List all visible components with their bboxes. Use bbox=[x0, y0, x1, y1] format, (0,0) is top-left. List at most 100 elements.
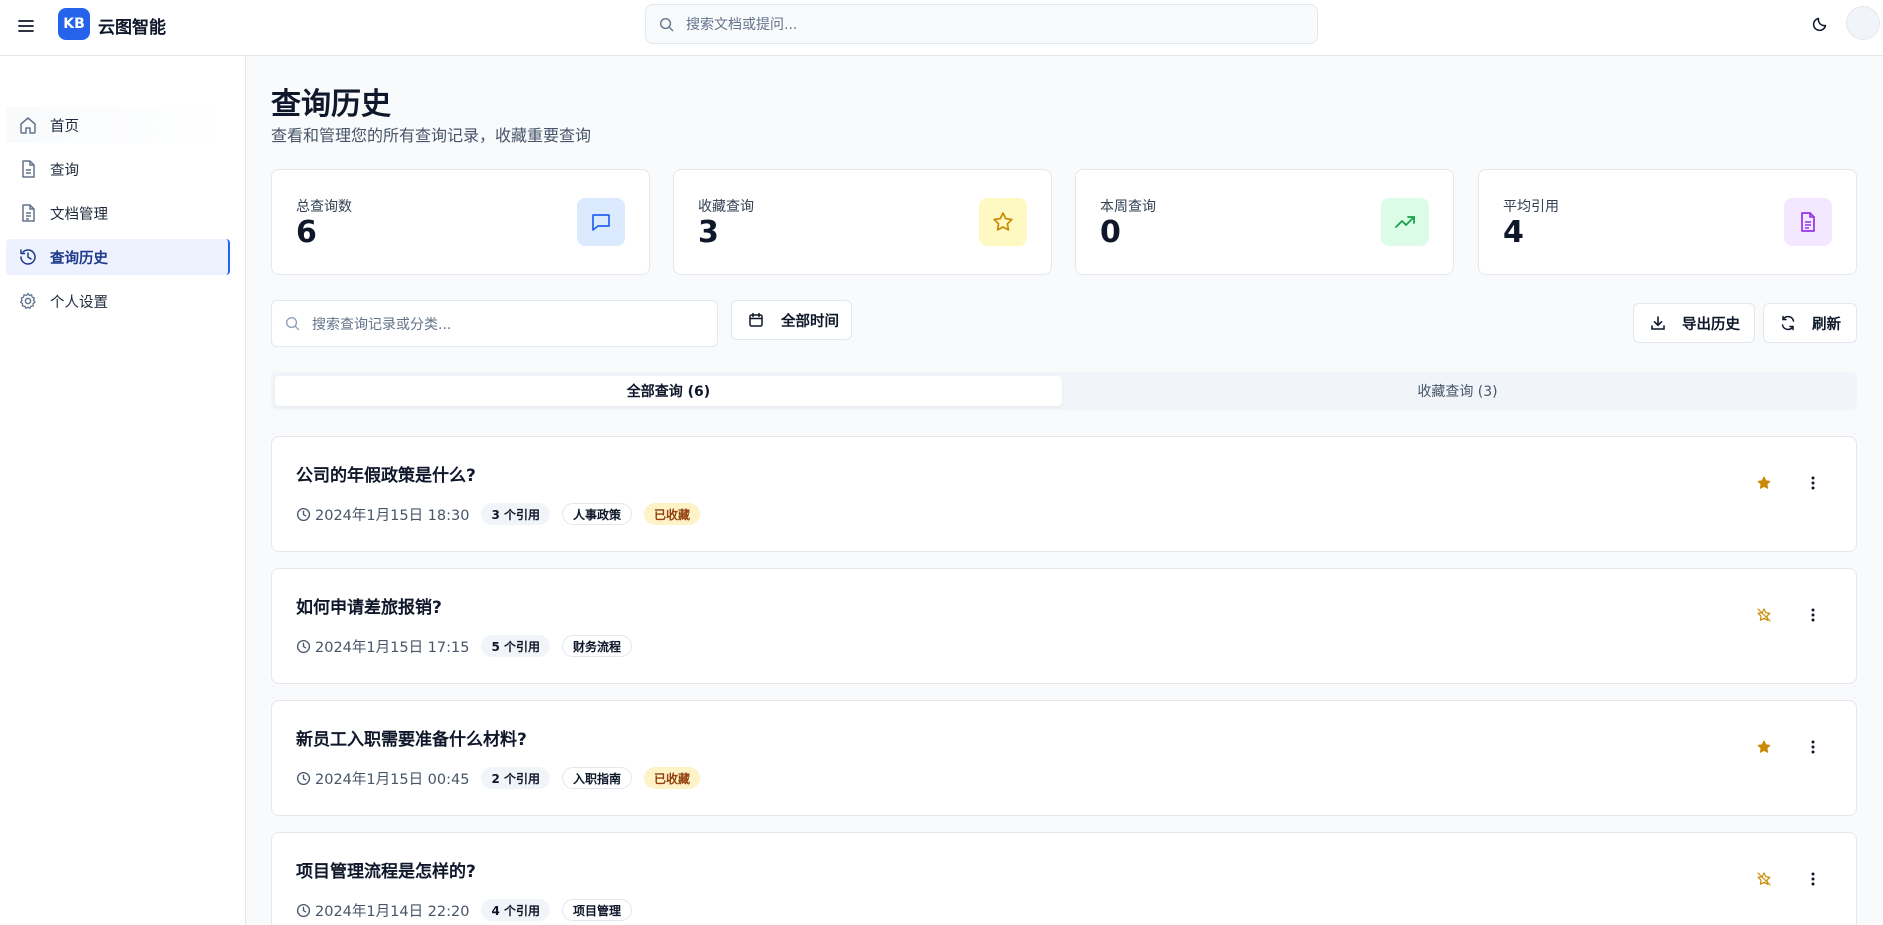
page-subtitle: 查看和管理您的所有查询记录，收藏重要查询 bbox=[271, 126, 592, 145]
stat-value: 6 bbox=[296, 215, 317, 250]
export-history-button[interactable]: 导出历史 bbox=[1633, 303, 1755, 343]
sidebar-item-history[interactable]: 查询历史 bbox=[6, 239, 230, 275]
category-badge: 人事政策 bbox=[562, 503, 633, 525]
favorited-badge: 已收藏 bbox=[644, 503, 701, 525]
history-search-input[interactable]: 搜索查询记录或分类... bbox=[271, 300, 718, 347]
sidebar-item-label: 查询历史 bbox=[50, 250, 108, 267]
query-time-text: 2024年1月15日 17:15 bbox=[315, 639, 470, 656]
query-time: 2024年1月15日 18:30 bbox=[296, 504, 469, 525]
export-history-label: 导出历史 bbox=[1682, 316, 1740, 333]
query-meta: 2024年1月15日 18:30 3 个引用 人事政策 已收藏 bbox=[296, 503, 712, 525]
stat-card-avg-citations: 平均引用 4 bbox=[1478, 169, 1857, 275]
query-card[interactable]: 公司的年假政策是什么? 2024年1月15日 18:30 3 个引用 人事政策 … bbox=[271, 436, 1857, 552]
sidebar-item-label: 个人设置 bbox=[50, 294, 108, 311]
stat-card-favorites: 收藏查询 3 bbox=[673, 169, 1052, 275]
favorited-badge: 已收藏 bbox=[644, 767, 701, 789]
stat-label: 总查询数 bbox=[296, 199, 352, 215]
file-icon bbox=[18, 159, 38, 179]
search-icon bbox=[285, 316, 300, 335]
stat-card-weekly: 本周查询 0 bbox=[1075, 169, 1454, 275]
sidebar-item-documents[interactable]: 文档管理 bbox=[6, 195, 230, 231]
star-filled-icon[interactable] bbox=[1751, 470, 1777, 496]
query-card[interactable]: 如何申请差旅报销? 2024年1月15日 17:15 5 个引用 财务流程 bbox=[271, 568, 1857, 684]
query-card[interactable]: 新员工入职需要准备什么材料? 2024年1月15日 00:45 2 个引用 入职… bbox=[271, 700, 1857, 816]
query-title[interactable]: 新员工入职需要准备什么材料? bbox=[296, 725, 527, 750]
query-meta: 2024年1月15日 17:15 5 个引用 财务流程 bbox=[296, 635, 644, 657]
stat-value: 4 bbox=[1503, 215, 1524, 250]
stat-value: 3 bbox=[698, 215, 719, 250]
history-icon bbox=[18, 247, 38, 267]
global-search-input[interactable]: 搜索文档或提问... bbox=[645, 4, 1318, 44]
star-off-icon[interactable] bbox=[1751, 866, 1777, 892]
menu-icon[interactable] bbox=[14, 14, 38, 38]
more-vertical-icon[interactable] bbox=[1800, 866, 1826, 892]
citation-badge: 4 个引用 bbox=[481, 899, 551, 921]
query-time: 2024年1月14日 22:20 bbox=[296, 900, 469, 921]
query-time-text: 2024年1月15日 00:45 bbox=[315, 771, 470, 788]
category-badge: 财务流程 bbox=[562, 635, 633, 657]
sidebar-item-settings[interactable]: 个人设置 bbox=[6, 283, 230, 319]
clock-icon bbox=[296, 771, 311, 785]
stat-value: 0 bbox=[1100, 215, 1121, 250]
clock-icon bbox=[296, 903, 311, 917]
sidebar-item-label: 查询 bbox=[50, 162, 79, 179]
star-filled-icon[interactable] bbox=[1751, 734, 1777, 760]
tab-all-queries[interactable]: 全部查询 (6) bbox=[275, 376, 1062, 406]
category-badge: 项目管理 bbox=[562, 899, 633, 921]
query-time-text: 2024年1月15日 18:30 bbox=[315, 507, 470, 524]
message-square-icon bbox=[577, 198, 625, 246]
more-vertical-icon[interactable] bbox=[1800, 602, 1826, 628]
stat-label: 本周查询 bbox=[1100, 199, 1156, 215]
more-vertical-icon[interactable] bbox=[1800, 734, 1826, 760]
download-icon bbox=[1650, 315, 1666, 335]
clock-icon bbox=[296, 507, 311, 521]
stat-card-total: 总查询数 6 bbox=[271, 169, 650, 275]
refresh-label: 刷新 bbox=[1812, 316, 1841, 333]
refresh-button[interactable]: 刷新 bbox=[1763, 303, 1857, 343]
stat-label: 平均引用 bbox=[1503, 199, 1559, 215]
star-icon bbox=[979, 198, 1027, 246]
gear-icon bbox=[18, 291, 38, 311]
star-off-icon[interactable] bbox=[1751, 602, 1777, 628]
refresh-icon bbox=[1780, 315, 1796, 335]
query-title[interactable]: 公司的年假政策是什么? bbox=[296, 461, 476, 486]
query-time: 2024年1月15日 00:45 bbox=[296, 768, 469, 789]
category-badge: 入职指南 bbox=[562, 767, 633, 789]
page-title: 查询历史 bbox=[271, 87, 391, 122]
calendar-icon bbox=[748, 312, 764, 332]
citation-badge: 3 个引用 bbox=[481, 503, 551, 525]
citation-badge: 5 个引用 bbox=[481, 635, 551, 657]
more-vertical-icon[interactable] bbox=[1800, 470, 1826, 496]
query-title[interactable]: 如何申请差旅报销? bbox=[296, 593, 442, 618]
moon-icon[interactable] bbox=[1808, 12, 1832, 36]
sidebar-item-label: 文档管理 bbox=[50, 206, 108, 223]
citation-badge: 2 个引用 bbox=[481, 767, 551, 789]
clock-icon bbox=[296, 639, 311, 653]
home-icon bbox=[18, 115, 38, 135]
sidebar-item-label: 首页 bbox=[50, 118, 79, 135]
global-search-placeholder: 搜索文档或提问... bbox=[686, 17, 798, 33]
query-card[interactable]: 项目管理流程是怎样的? 2024年1月14日 22:20 4 个引用 项目管理 bbox=[271, 832, 1857, 925]
time-filter-button[interactable]: 全部时间 bbox=[731, 300, 852, 340]
trending-up-icon bbox=[1381, 198, 1429, 246]
avatar[interactable] bbox=[1846, 6, 1880, 40]
query-meta: 2024年1月15日 00:45 2 个引用 入职指南 已收藏 bbox=[296, 767, 712, 789]
app-name: 云图智能 bbox=[98, 18, 166, 38]
query-meta: 2024年1月14日 22:20 4 个引用 项目管理 bbox=[296, 899, 644, 921]
file-text-icon bbox=[1784, 198, 1832, 246]
stat-label: 收藏查询 bbox=[698, 199, 754, 215]
query-time: 2024年1月15日 17:15 bbox=[296, 636, 469, 657]
history-tabs: 全部查询 (6) 收藏查询 (3) bbox=[271, 372, 1857, 410]
sidebar: 首页 查询 文档管理 查询历史 个人设置 bbox=[0, 56, 246, 925]
sidebar-item-home[interactable]: 首页 bbox=[6, 107, 230, 143]
file-text-icon bbox=[18, 203, 38, 223]
query-time-text: 2024年1月14日 22:20 bbox=[315, 903, 470, 920]
search-icon bbox=[659, 17, 674, 36]
sidebar-item-query[interactable]: 查询 bbox=[6, 151, 230, 187]
time-filter-label: 全部时间 bbox=[781, 313, 839, 330]
history-search-placeholder: 搜索查询记录或分类... bbox=[312, 316, 452, 333]
logo[interactable]: KB bbox=[58, 8, 90, 40]
query-title[interactable]: 项目管理流程是怎样的? bbox=[296, 857, 476, 882]
tab-favorite-queries[interactable]: 收藏查询 (3) bbox=[1062, 376, 1853, 406]
top-bar: KB 云图智能 搜索文档或提问... bbox=[0, 0, 1883, 56]
